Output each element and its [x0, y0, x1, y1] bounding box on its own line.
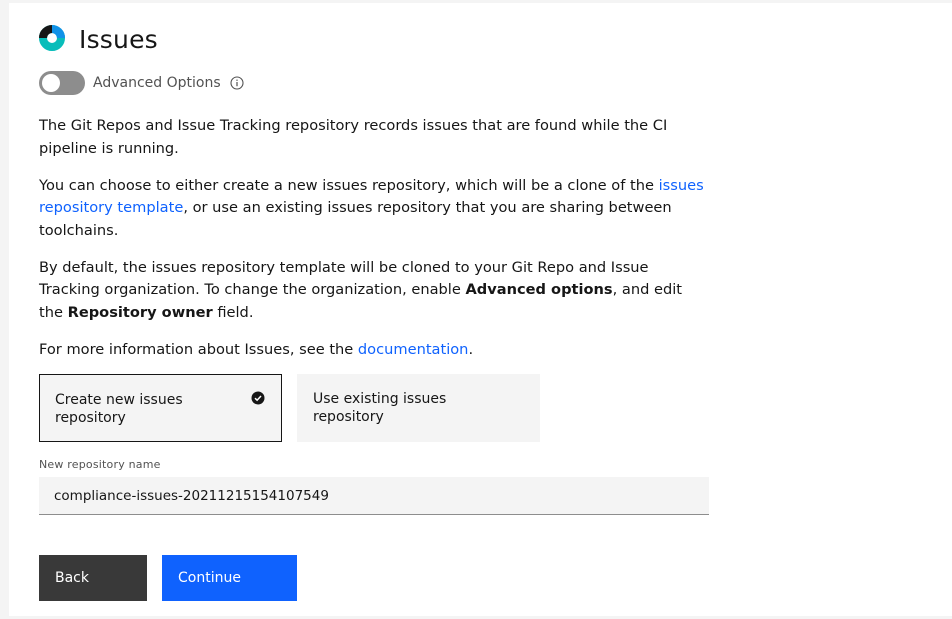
repository-choice-tiles: Create new issues repository Use existin…: [39, 374, 540, 442]
description-paragraph-3: By default, the issues repository templa…: [39, 257, 709, 325]
repo-name-input[interactable]: [39, 477, 709, 515]
info-icon[interactable]: [230, 76, 244, 90]
checkmark-filled-icon: [251, 391, 265, 405]
use-existing-repo-tile[interactable]: Use existing issues repository: [297, 374, 540, 442]
continue-button[interactable]: Continue: [162, 555, 297, 601]
page-header: Issues: [39, 21, 158, 54]
documentation-link[interactable]: documentation: [358, 341, 469, 358]
p4-text-start: For more information about Issues, see t…: [39, 340, 358, 358]
toggle-knob: [42, 74, 60, 92]
description-paragraph-2: You can choose to either create a new is…: [39, 175, 709, 243]
tile-label: Use existing issues repository: [313, 391, 447, 425]
description-paragraph-4: For more information about Issues, see t…: [39, 339, 709, 362]
advanced-options-row: Advanced Options: [39, 71, 244, 95]
repository-owner-emphasis: Repository owner: [67, 303, 213, 321]
p2-text-start: You can choose to either create a new is…: [39, 176, 659, 194]
issues-ring-icon: [39, 24, 65, 51]
create-new-repo-tile[interactable]: Create new issues repository: [39, 374, 282, 442]
advanced-options-toggle[interactable]: [39, 71, 85, 95]
description: The Git Repos and Issue Tracking reposit…: [39, 115, 709, 376]
page-title: Issues: [79, 25, 158, 54]
advanced-options-label: Advanced Options: [93, 75, 221, 91]
description-paragraph-1: The Git Repos and Issue Tracking reposit…: [39, 117, 668, 157]
advanced-options-emphasis: Advanced options: [465, 281, 613, 298]
main-panel: Issues Advanced Options The Git Repos an…: [9, 3, 952, 616]
p3-text-end: field.: [212, 303, 254, 321]
p4-text-end: .: [468, 340, 474, 358]
repo-name-label: New repository name: [39, 458, 161, 471]
tile-label: Create new issues repository: [55, 392, 183, 426]
back-button[interactable]: Back: [39, 555, 147, 601]
